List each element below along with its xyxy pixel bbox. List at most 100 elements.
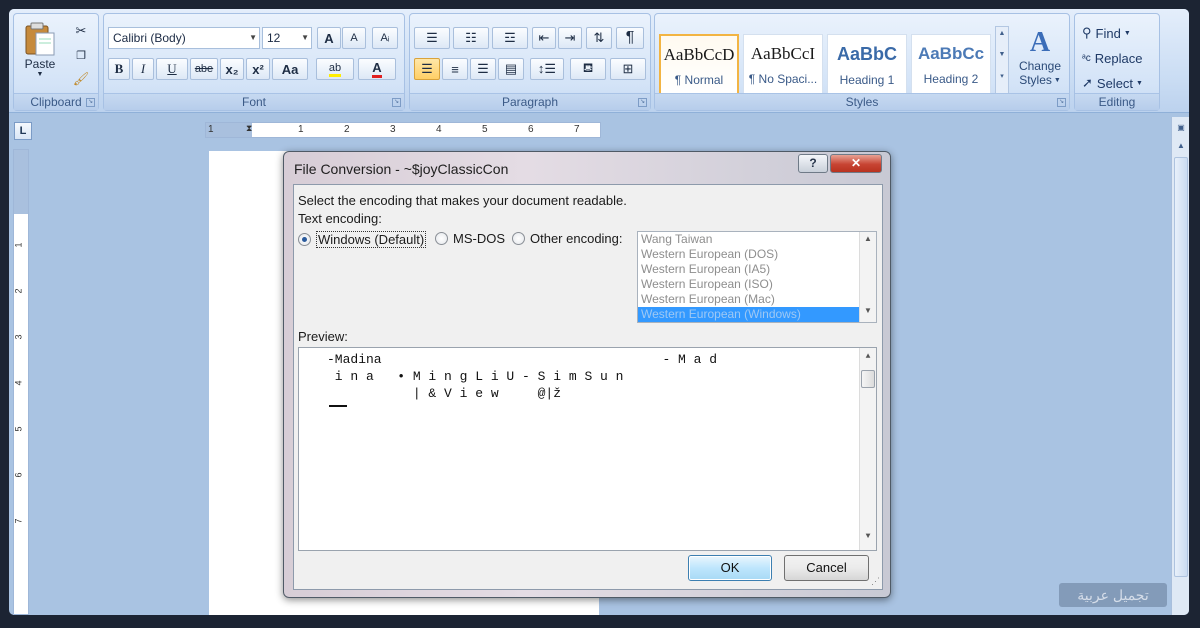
vertical-ruler[interactable]: 1 2 3 4 5 6 7 — [13, 149, 29, 615]
align-left-button[interactable]: ☰ — [414, 58, 440, 80]
justify-button[interactable]: ▤ — [498, 58, 524, 80]
increase-indent-button[interactable]: ⇥ — [558, 27, 582, 49]
encoding-scrollbar[interactable]: ▲ ▼ — [859, 232, 876, 322]
other-encoding-label: Other encoding: — [530, 231, 623, 246]
superscript-button[interactable]: x² — [246, 58, 270, 80]
align-center-button[interactable]: ≡ — [442, 58, 468, 80]
styles-launcher-icon[interactable]: ↘ — [1057, 98, 1066, 107]
chevron-up-icon[interactable]: ▲ — [860, 234, 876, 248]
grow-font-icon: A — [324, 30, 334, 46]
encoding-option-selected[interactable]: Western European (Windows) — [638, 307, 876, 322]
format-painter-button[interactable]: 🖌 — [68, 68, 94, 90]
grow-font-button[interactable]: A — [317, 27, 341, 49]
encoding-option[interactable]: Western European (IA5) — [638, 262, 876, 277]
encoding-option[interactable]: Wang Taiwan — [638, 232, 876, 247]
style-no-spacing-tile[interactable]: AaBbCcI ¶ No Spaci... — [743, 34, 823, 96]
scroll-thumb[interactable] — [1174, 157, 1188, 577]
highlighter-icon: ab — [328, 62, 342, 77]
encoding-option[interactable]: Western European (Mac) — [638, 292, 876, 307]
paragraph-group: ☰ ☷ ☲ ⇤ ⇥ ⇅ ¶ ☰ ≡ ☰ ▤ ↕☰ ⛾ ⊞ Paragraph ↘ — [409, 13, 651, 111]
multilevel-list-button[interactable]: ☲ — [492, 27, 528, 49]
change-styles-button[interactable]: A Change Styles ▼ — [1013, 20, 1067, 94]
font-color-button[interactable]: A — [358, 58, 396, 80]
cut-button[interactable]: ✂ — [68, 20, 94, 42]
clear-formatting-button[interactable]: Aᵢ — [372, 27, 398, 49]
clipboard-icon — [25, 22, 55, 55]
styles-gallery-scroll[interactable]: ▲ ▼ ▾ — [995, 26, 1009, 96]
font-size-select[interactable]: 12 ▼ — [262, 27, 312, 49]
chevron-down-icon: ▼ — [36, 70, 44, 78]
sort-icon: ⇅ — [593, 30, 605, 45]
resize-grip-icon[interactable]: ⋰ — [871, 576, 880, 587]
ruler-number: 5 — [13, 426, 24, 432]
horizontal-ruler[interactable]: 1 1 2 3 4 5 6 7 ⧗ — [205, 122, 601, 138]
chevron-up-icon[interactable]: ▲ — [1174, 141, 1188, 155]
clipboard-launcher-icon[interactable]: ↘ — [86, 98, 95, 107]
line-spacing-button[interactable]: ↕☰ — [530, 58, 564, 80]
chevron-down-icon[interactable]: ▼ — [860, 306, 876, 320]
numbering-button[interactable]: ☷ — [453, 27, 489, 49]
font-launcher-icon[interactable]: ↘ — [392, 98, 401, 107]
bold-button[interactable]: B — [108, 58, 130, 80]
underline-button[interactable]: U — [156, 58, 188, 80]
ruler-number: 1 — [208, 124, 214, 135]
dialog-titlebar[interactable]: File Conversion - ~$joyClassicCon ? ✕ — [284, 152, 890, 182]
highlight-button[interactable]: ab — [316, 58, 354, 80]
style-heading2-tile[interactable]: AaBbCc Heading 2 — [911, 34, 991, 96]
decrease-indent-button[interactable]: ⇤ — [532, 27, 556, 49]
ruler-number: 7 — [13, 518, 24, 524]
help-button[interactable]: ? — [798, 154, 828, 173]
bullets-button[interactable]: ☰ — [414, 27, 450, 49]
paragraph-group-label: Paragraph — [410, 93, 650, 110]
preview-line: i n a • M i n g L i U - S i m S u n — [327, 369, 624, 384]
encoding-option[interactable]: Western European (DOS) — [638, 247, 876, 262]
ok-button[interactable]: OK — [688, 555, 772, 581]
editing-group: ⚲ Find ▼ ᵃc Replace ➚ Select ▼ Editing — [1074, 13, 1160, 111]
style-preview: AaBbCc — [917, 44, 985, 63]
windows-default-label: Windows (Default) — [316, 231, 427, 248]
encoding-listbox[interactable]: Wang Taiwan Western European (DOS) Weste… — [637, 231, 877, 323]
paragraph-launcher-icon[interactable]: ↘ — [638, 98, 647, 107]
replace-button[interactable]: ᵃc Replace — [1077, 47, 1157, 69]
preview-scrollbar[interactable]: ▲ ▼ — [859, 348, 876, 550]
view-ruler-icon[interactable]: ▣ — [1174, 123, 1188, 137]
chevron-down-icon: ▼ — [998, 51, 1006, 58]
subscript-button[interactable]: x₂ — [220, 58, 244, 80]
align-right-button[interactable]: ☰ — [470, 58, 496, 80]
chevron-up-icon[interactable]: ▲ — [860, 352, 876, 366]
scroll-thumb[interactable] — [861, 370, 875, 388]
find-button[interactable]: ⚲ Find ▼ — [1077, 22, 1157, 44]
replace-label: Replace — [1094, 50, 1143, 66]
windows-default-radio[interactable]: Windows (Default) — [298, 231, 427, 248]
shading-button[interactable]: ⛾ — [570, 58, 606, 80]
font-family-select[interactable]: Calibri (Body) ▼ — [108, 27, 260, 49]
sort-button[interactable]: ⇅ — [586, 27, 612, 49]
cancel-button[interactable]: Cancel — [784, 555, 869, 581]
more-styles-icon: ▾ — [1000, 73, 1004, 80]
document-scrollbar[interactable]: ▣ ▲ — [1171, 117, 1189, 615]
style-normal-tile[interactable]: AaBbCcD ¶ Normal — [659, 34, 739, 96]
borders-button[interactable]: ⊞ — [610, 58, 646, 80]
msdos-label: MS-DOS — [453, 231, 505, 246]
encoding-option[interactable]: Western European (ISO) — [638, 277, 876, 292]
tab-selector-button[interactable]: L — [14, 122, 32, 140]
change-case-button[interactable]: Aa — [272, 58, 308, 80]
indent-marker-icon[interactable]: ⧗ — [246, 123, 256, 137]
msdos-radio[interactable]: MS-DOS — [435, 231, 505, 246]
other-encoding-radio[interactable]: Other encoding: — [512, 231, 623, 246]
copy-button[interactable]: ❐ — [68, 44, 94, 66]
strikethrough-button[interactable]: abe — [190, 58, 218, 80]
paste-button[interactable]: Paste ▼ — [18, 18, 62, 80]
style-heading1-tile[interactable]: AaBbC Heading 1 — [827, 34, 907, 96]
radio-selected-icon — [298, 233, 311, 246]
close-button[interactable]: ✕ — [830, 154, 882, 173]
shrink-font-button[interactable]: A — [342, 27, 366, 49]
italic-button[interactable]: I — [132, 58, 154, 80]
chevron-down-icon: ▼ — [301, 33, 309, 42]
chevron-down-icon[interactable]: ▼ — [860, 532, 876, 546]
change-styles-label-2-wrap: Styles ▼ — [1019, 73, 1061, 87]
justify-icon: ▤ — [504, 61, 518, 76]
ribbon: Paste ▼ ✂ ❐ 🖌 Clipboard ↘ Calibri (Body)… — [9, 9, 1189, 113]
show-formatting-button[interactable]: ¶ — [616, 27, 644, 49]
select-button[interactable]: ➚ Select ▼ — [1077, 72, 1157, 94]
